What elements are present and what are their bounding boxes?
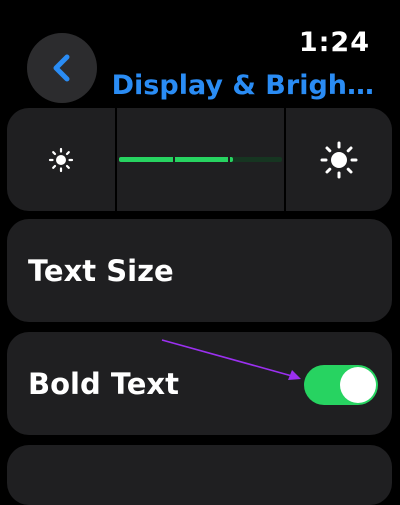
clock-time: 1:24 bbox=[298, 27, 370, 58]
brightness-slider[interactable] bbox=[117, 108, 284, 211]
toggle-knob bbox=[340, 367, 376, 403]
text-size-label: Text Size bbox=[28, 253, 174, 288]
brightness-bar-fill bbox=[119, 157, 234, 162]
brightness-increase-button[interactable] bbox=[286, 108, 392, 211]
brightness-bar-track bbox=[119, 157, 282, 162]
brightness-control bbox=[7, 108, 392, 211]
text-size-row[interactable]: Text Size bbox=[7, 219, 392, 322]
bar-segment-gap bbox=[228, 157, 230, 162]
chevron-left-icon bbox=[53, 54, 70, 82]
brightness-decrease-button[interactable] bbox=[7, 108, 115, 211]
bold-text-toggle[interactable] bbox=[304, 365, 378, 405]
bar-segment-gap bbox=[173, 157, 175, 162]
bold-text-row: Bold Text bbox=[7, 332, 392, 435]
back-button[interactable] bbox=[27, 33, 97, 103]
page-title: Display & Brigh… bbox=[111, 70, 374, 101]
sun-large-icon bbox=[320, 141, 358, 178]
sun-small-icon bbox=[48, 147, 74, 172]
bold-text-label: Bold Text bbox=[28, 366, 179, 401]
next-settings-row[interactable] bbox=[7, 445, 392, 505]
